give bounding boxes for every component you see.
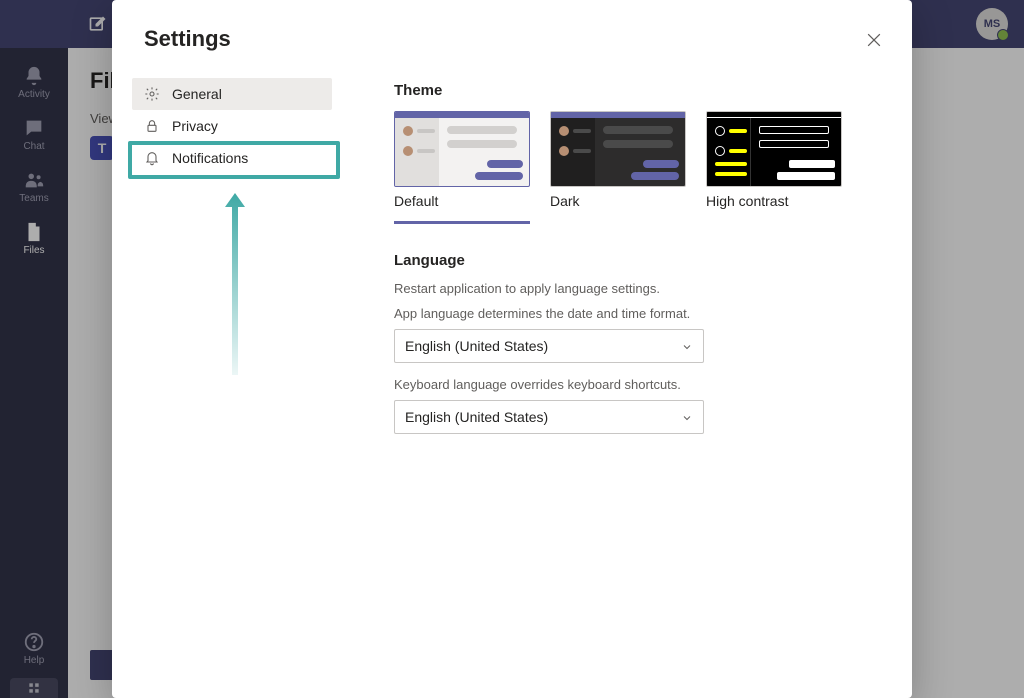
annotation-arrow-icon — [217, 185, 253, 385]
theme-option-default[interactable]: Default — [394, 111, 530, 224]
theme-option-high-contrast[interactable]: High contrast — [706, 111, 842, 224]
theme-options: Default Dark — [394, 111, 880, 224]
theme-thumbnail-dark — [550, 111, 686, 187]
keyboard-language-description: Keyboard language overrides keyboard sho… — [394, 377, 880, 392]
settings-modal: Settings General Privacy Notifications — [112, 0, 912, 698]
theme-thumbnail-default — [394, 111, 530, 187]
gear-icon — [144, 86, 160, 102]
dropdown-value: English (United States) — [405, 409, 548, 425]
theme-option-dark[interactable]: Dark — [550, 111, 686, 224]
settings-content: Theme Default — [394, 82, 880, 448]
nav-label: Notifications — [172, 150, 248, 166]
dropdown-value: English (United States) — [405, 338, 548, 354]
theme-label: High contrast — [706, 193, 842, 209]
nav-label: Privacy — [172, 118, 218, 134]
settings-nav: General Privacy Notifications — [132, 78, 332, 174]
close-button[interactable] — [864, 30, 884, 50]
language-restart-hint: Restart application to apply language se… — [394, 281, 880, 296]
bell-outline-icon — [144, 150, 160, 166]
theme-heading: Theme — [394, 82, 880, 99]
app-language-description: App language determines the date and tim… — [394, 306, 880, 321]
chevron-down-icon — [681, 411, 693, 423]
app-language-dropdown[interactable]: English (United States) — [394, 329, 704, 363]
chevron-down-icon — [681, 340, 693, 352]
theme-thumbnail-high-contrast — [706, 111, 842, 187]
nav-label: General — [172, 86, 222, 102]
theme-label: Default — [394, 193, 530, 209]
nav-item-notifications[interactable]: Notifications — [132, 142, 332, 174]
lock-icon — [144, 118, 160, 134]
language-heading: Language — [394, 252, 880, 269]
modal-title: Settings — [144, 26, 231, 52]
keyboard-language-dropdown[interactable]: English (United States) — [394, 400, 704, 434]
theme-label: Dark — [550, 193, 686, 209]
nav-item-general[interactable]: General — [132, 78, 332, 110]
nav-item-privacy[interactable]: Privacy — [132, 110, 332, 142]
